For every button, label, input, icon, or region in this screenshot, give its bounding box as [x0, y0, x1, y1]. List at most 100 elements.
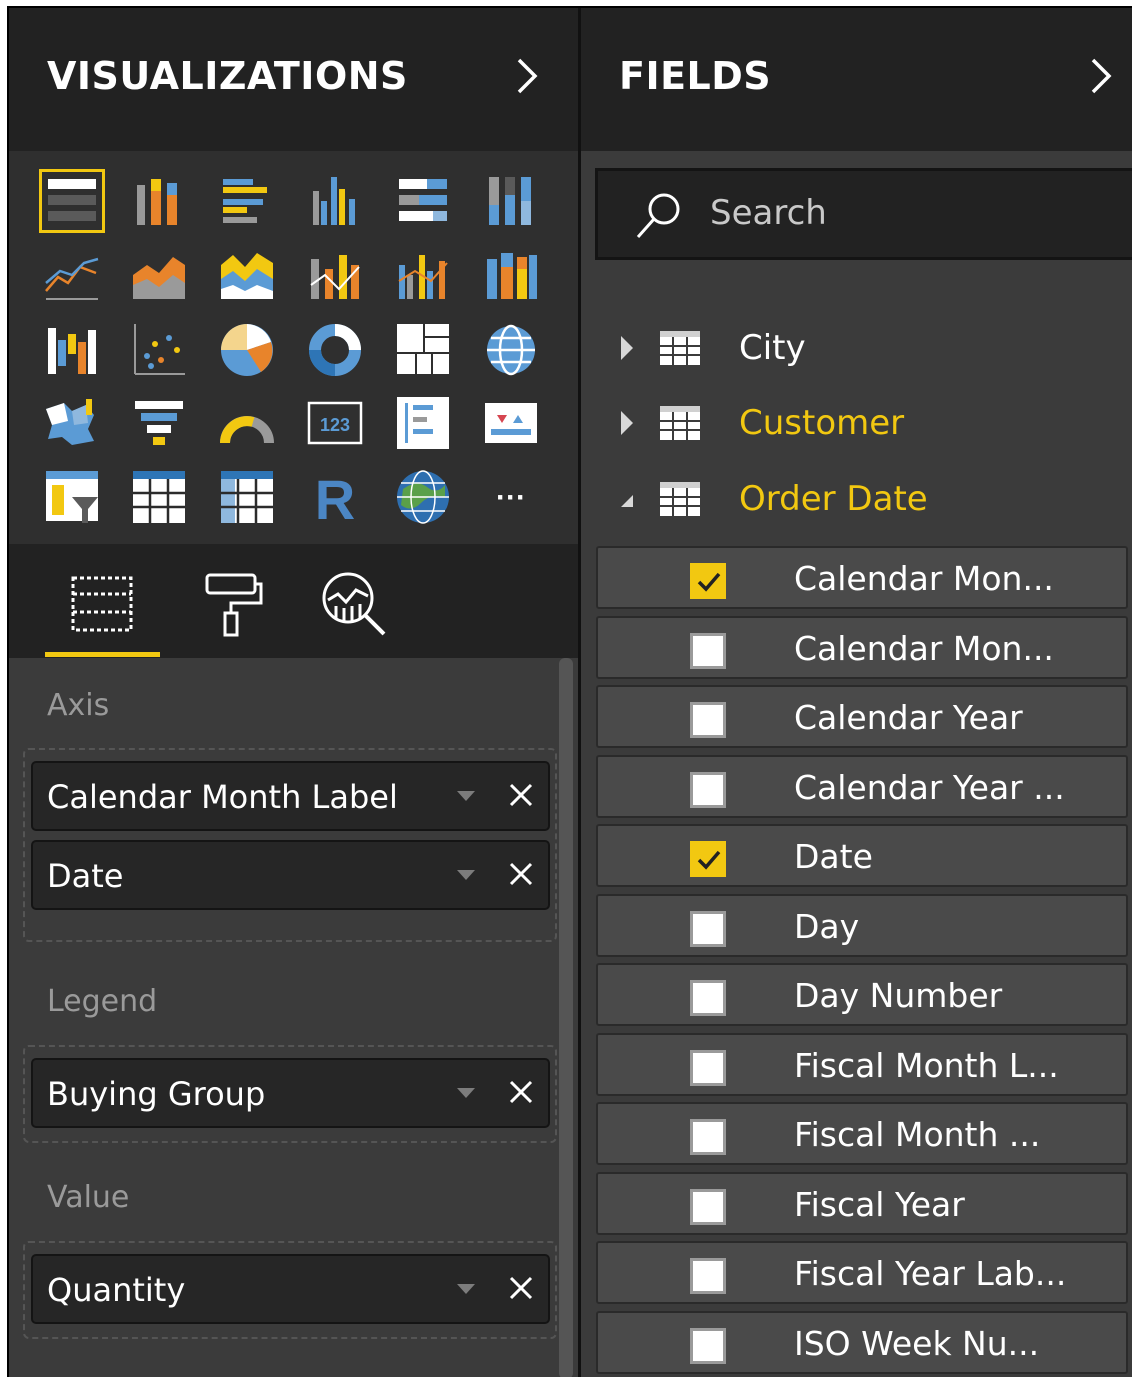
field-checkbox[interactable]: [690, 563, 726, 599]
area-chart-icon: [133, 257, 185, 299]
visualization-tabs: [9, 544, 578, 658]
field-checkbox[interactable]: [690, 910, 726, 947]
clustered-column-chart-icon: [313, 177, 355, 225]
clustered-bar-chart-button[interactable]: [214, 169, 280, 233]
expand-arrow-icon[interactable]: [617, 409, 637, 437]
paint-roller-icon: [205, 573, 263, 637]
slicer-button[interactable]: [39, 465, 105, 529]
area-chart-button[interactable]: [126, 243, 192, 307]
wells-scrollbar[interactable]: [559, 658, 573, 1377]
fields-title: FIELDS: [619, 54, 772, 98]
clustered-column-chart-button[interactable]: [302, 169, 368, 233]
field-item[interactable]: Day Number: [596, 963, 1128, 1026]
collapse-arrow-icon[interactable]: [617, 491, 637, 511]
scatter-chart-icon: [134, 324, 185, 375]
stacked-area-chart-button[interactable]: [214, 243, 280, 307]
100-stacked-bar-chart-icon: [399, 179, 447, 221]
field-checkbox[interactable]: [690, 1258, 726, 1294]
format-tab[interactable]: [177, 562, 287, 646]
multi-row-card-button[interactable]: [390, 391, 456, 455]
treemap-button[interactable]: [390, 318, 456, 382]
dropdown-arrow-icon[interactable]: [457, 1284, 475, 1294]
funnel-button[interactable]: [126, 391, 192, 455]
field-item[interactable]: Calendar Mon...: [596, 615, 1128, 679]
field-item[interactable]: Calendar Mon...: [596, 546, 1128, 609]
visualizations-header: VISUALIZATIONS: [9, 8, 578, 151]
axis-field-date[interactable]: Date: [31, 840, 550, 910]
field-checkbox[interactable]: [690, 632, 726, 669]
matrix-icon: [221, 471, 273, 523]
filled-map-button[interactable]: [39, 391, 105, 455]
map-button[interactable]: [478, 318, 544, 382]
gauge-icon: [220, 416, 274, 444]
fields-tab[interactable]: [47, 562, 157, 646]
pie-chart-icon: [221, 324, 273, 376]
r-script-visual-button[interactable]: R: [302, 465, 368, 529]
search-placeholder: Search: [710, 193, 827, 233]
line-and-clustered-column-chart-button[interactable]: [390, 243, 456, 307]
field-checkbox[interactable]: [690, 1049, 726, 1086]
dropdown-arrow-icon[interactable]: [457, 1088, 475, 1098]
axis-field-calendar-month-label[interactable]: Calendar Month Label: [31, 761, 550, 831]
dropdown-arrow-icon[interactable]: [457, 791, 475, 801]
collapse-visualizations-button[interactable]: [507, 52, 547, 100]
field-checkbox[interactable]: [690, 702, 726, 738]
field-name: Calendar Mon...: [794, 628, 1054, 668]
field-item[interactable]: Day: [596, 893, 1128, 957]
well-field-label: Date: [47, 857, 124, 895]
stacked-column-chart-button[interactable]: [126, 169, 192, 233]
analytics-magnifier-icon: [322, 572, 386, 636]
field-checkbox[interactable]: [690, 980, 726, 1016]
field-item[interactable]: Fiscal Month ...: [596, 1102, 1128, 1165]
expand-arrow-icon[interactable]: [617, 334, 637, 362]
more-visuals-button[interactable]: ···: [478, 465, 544, 529]
table-order-date[interactable]: Order Date: [581, 465, 1132, 535]
waterfall-chart-button[interactable]: [39, 318, 105, 382]
dropdown-arrow-icon[interactable]: [457, 870, 475, 880]
search-input[interactable]: Search: [595, 168, 1132, 260]
line-chart-button[interactable]: [39, 243, 105, 307]
field-checkbox[interactable]: [690, 841, 726, 877]
field-checkbox[interactable]: [690, 1119, 726, 1155]
collapse-fields-button[interactable]: [1081, 52, 1121, 100]
kpi-icon: [485, 403, 537, 443]
legend-field-buying-group[interactable]: Buying Group: [31, 1058, 550, 1128]
arcgis-map-button[interactable]: [390, 465, 456, 529]
close-icon[interactable]: [505, 1272, 537, 1304]
analytics-tab[interactable]: [299, 562, 409, 646]
field-item[interactable]: Fiscal Year Lab...: [596, 1241, 1128, 1304]
field-item[interactable]: Fiscal Month L...: [596, 1032, 1128, 1096]
scatter-chart-button[interactable]: [126, 318, 192, 382]
visualizations-pane: VISUALIZATIONS 123 R ··· Axis Calendar M…: [9, 8, 578, 1377]
field-checkbox[interactable]: [690, 1327, 726, 1364]
field-item[interactable]: ISO Week Nu...: [596, 1310, 1128, 1374]
field-checkbox[interactable]: [690, 771, 726, 808]
line-and-stacked-column-chart-button[interactable]: [302, 243, 368, 307]
table-button[interactable]: [126, 465, 192, 529]
close-icon[interactable]: [505, 779, 537, 811]
gauge-button[interactable]: [214, 391, 280, 455]
field-item[interactable]: Date: [596, 824, 1128, 887]
value-field-quantity[interactable]: Quantity: [31, 1254, 550, 1324]
pie-chart-button[interactable]: [214, 318, 280, 382]
matrix-button[interactable]: [214, 465, 280, 529]
report-editor-panes: VISUALIZATIONS 123 R ··· Axis Calendar M…: [7, 6, 1132, 1377]
kpi-button[interactable]: [478, 391, 544, 455]
field-item[interactable]: Calendar Year ...: [596, 754, 1128, 818]
field-name: Calendar Year ...: [794, 767, 1065, 807]
stacked-bar-chart-button[interactable]: [39, 169, 105, 233]
field-name: ISO Week Nu...: [794, 1323, 1040, 1363]
table-customer[interactable]: Customer: [581, 389, 1132, 459]
donut-chart-button[interactable]: [302, 318, 368, 382]
card-button[interactable]: 123: [302, 391, 368, 455]
table-city[interactable]: City: [581, 314, 1132, 384]
ribbon-chart-button[interactable]: [478, 243, 544, 307]
field-checkbox[interactable]: [690, 1188, 726, 1225]
close-icon[interactable]: [505, 858, 537, 890]
funnel-icon: [135, 401, 183, 445]
100-stacked-bar-chart-button[interactable]: [390, 169, 456, 233]
close-icon[interactable]: [505, 1076, 537, 1108]
100-stacked-column-chart-button[interactable]: [478, 169, 544, 233]
field-item[interactable]: Fiscal Year: [596, 1171, 1128, 1235]
field-item[interactable]: Calendar Year: [596, 685, 1128, 748]
